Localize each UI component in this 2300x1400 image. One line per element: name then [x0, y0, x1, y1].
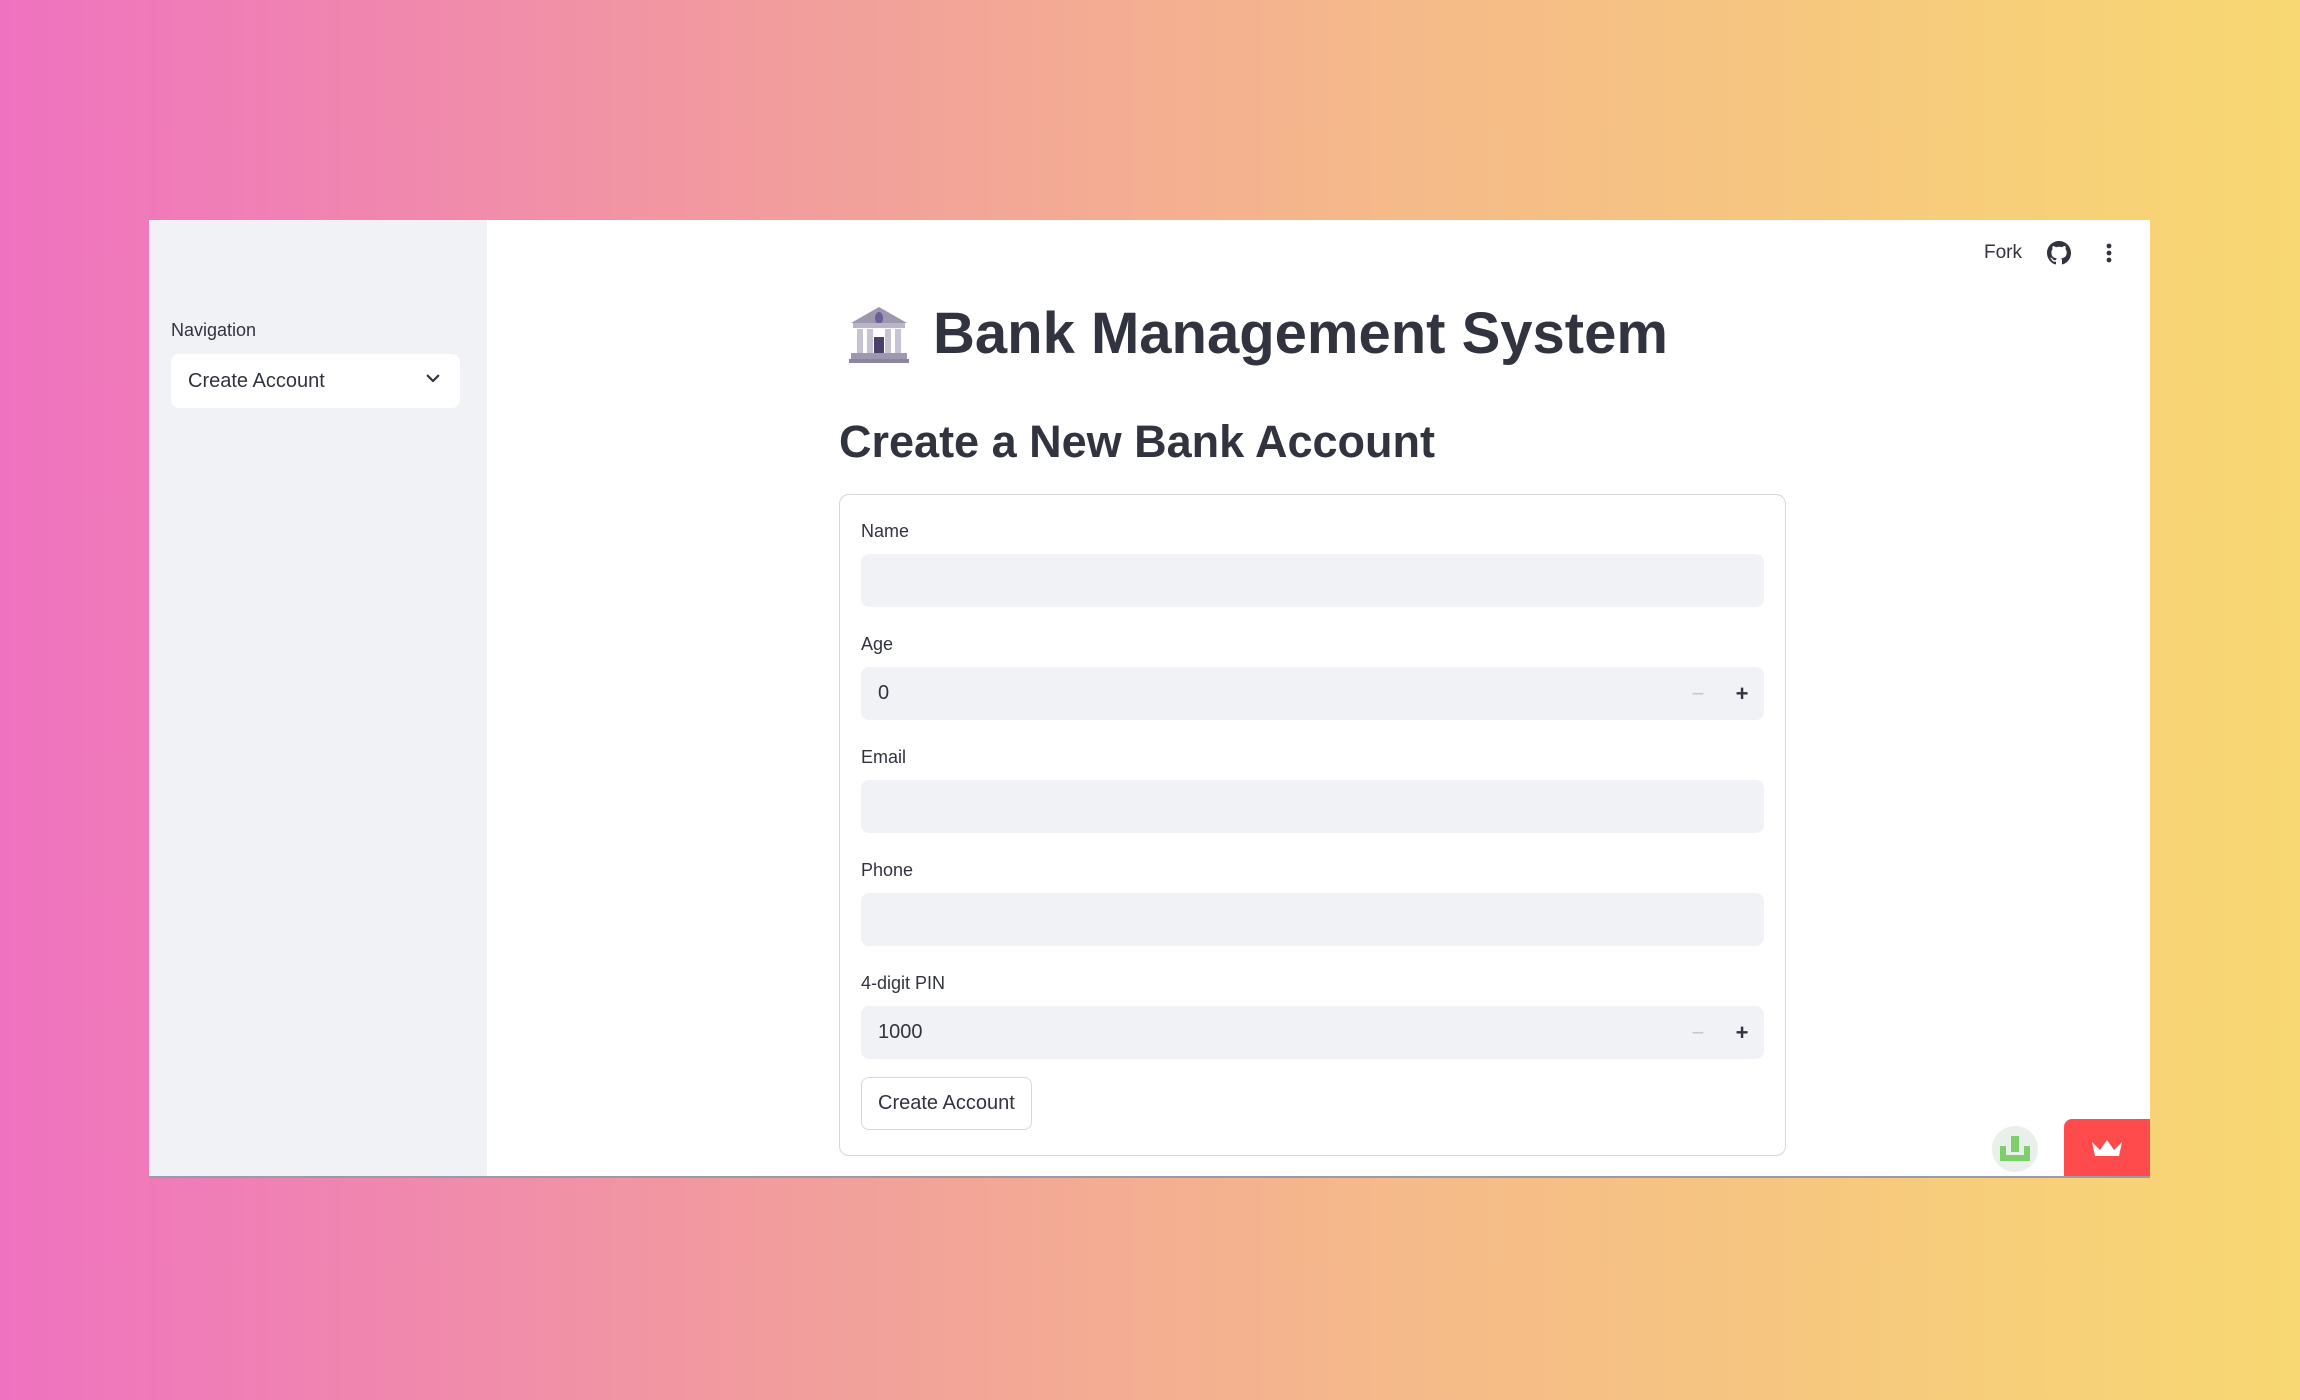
navigation-label: Navigation	[171, 320, 257, 340]
pin-label: 4-digit PIN	[861, 973, 946, 993]
age-decrement-button[interactable]: −	[1676, 667, 1720, 720]
email-label: Email	[861, 747, 907, 767]
app-window: Navigation Create Account Fork Bank Mana…	[149, 220, 2150, 1178]
phone-input[interactable]	[861, 893, 1764, 946]
github-icon[interactable]	[2046, 240, 2072, 266]
bank-icon	[847, 303, 911, 365]
section-heading: Create a New Bank Account	[839, 416, 1436, 467]
chevron-down-icon	[424, 369, 442, 393]
pin-stepper: − +	[1676, 1006, 1764, 1059]
age-stepper: − +	[1676, 667, 1764, 720]
navigation-selected-value: Create Account	[188, 369, 325, 392]
header-toolbar: Fork	[1984, 240, 2122, 266]
crown-icon	[2092, 1139, 2122, 1156]
sidebar: Navigation Create Account	[149, 220, 487, 1176]
age-value: 0	[878, 682, 890, 704]
email-input[interactable]	[861, 780, 1764, 833]
name-label: Name	[861, 521, 910, 541]
age-number-input[interactable]: 0 − +	[861, 667, 1764, 720]
streamlit-crown-badge[interactable]	[2064, 1119, 2150, 1176]
name-input[interactable]	[861, 554, 1764, 607]
page-title-text: Bank Management System	[933, 301, 1668, 366]
pin-value: 1000	[878, 1021, 923, 1043]
fork-button[interactable]: Fork	[1984, 242, 2022, 264]
pin-number-input[interactable]: 1000 − +	[861, 1006, 1764, 1059]
age-increment-button[interactable]: +	[1720, 667, 1764, 720]
more-vertical-icon[interactable]	[2096, 240, 2122, 266]
pin-increment-button[interactable]: +	[1720, 1006, 1764, 1059]
page-title: Bank Management System	[847, 300, 1668, 367]
phone-label: Phone	[861, 860, 914, 880]
navigation-select[interactable]: Create Account	[171, 354, 460, 408]
anchor-icon	[2000, 1136, 2030, 1161]
app-status-badge[interactable]	[1992, 1126, 2038, 1172]
create-account-form: Name Age 0 − + Email Phone 4-digit PIN 1…	[839, 494, 1786, 1156]
pin-decrement-button[interactable]: −	[1676, 1006, 1720, 1059]
age-label: Age	[861, 634, 894, 654]
create-account-button[interactable]: Create Account	[861, 1077, 1032, 1130]
